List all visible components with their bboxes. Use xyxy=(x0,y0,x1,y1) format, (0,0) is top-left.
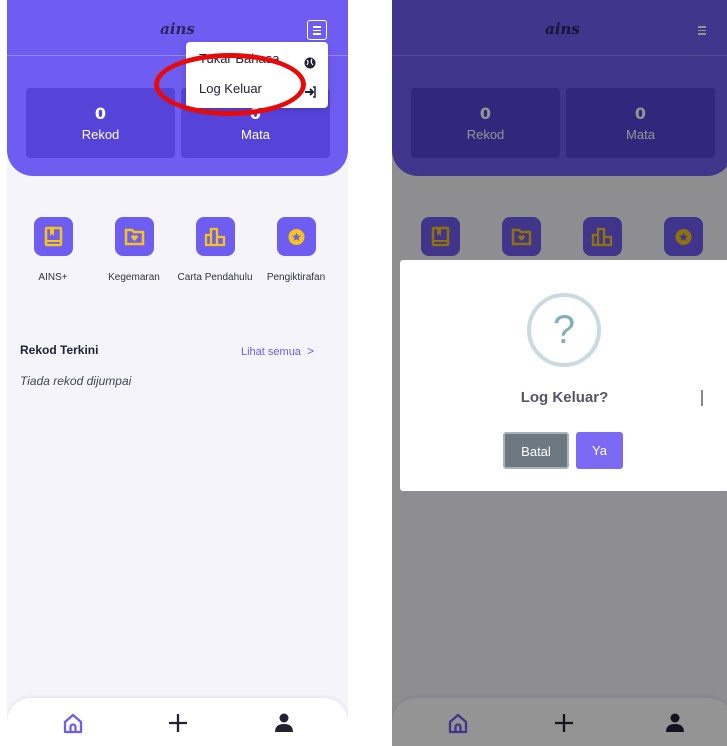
stat-label: Rekod xyxy=(81,127,120,142)
screen-menu-open: ains 0 Rekod 0 Mata AINS+ Kegemaran Cart… xyxy=(7,0,348,746)
quick-action-label: AINS+ xyxy=(38,272,68,283)
screen-logout-dialog: ains 0 Rekod 0 Mata ? Log Keluar? Batal … xyxy=(392,0,727,746)
logout-confirm-dialog: ? Log Keluar? Batal Ya xyxy=(400,260,727,491)
quick-action-recognition[interactable]: Pengiktirafan xyxy=(258,217,334,284)
leaderboard-icon xyxy=(195,217,235,256)
menu-button[interactable] xyxy=(307,20,327,40)
quick-action-label: Pengiktirafan xyxy=(266,272,326,283)
globe-icon xyxy=(304,54,316,69)
bottom-nav xyxy=(7,698,348,746)
home-icon[interactable] xyxy=(58,708,88,738)
app-logo: ains xyxy=(160,20,195,38)
plus-icon[interactable] xyxy=(163,708,193,738)
quick-action-leaderboard[interactable]: Carta Pendahulu xyxy=(177,217,253,284)
recent-records-title: Rekod Terkini xyxy=(20,343,99,357)
chevron-right-icon: > xyxy=(306,344,314,358)
question-icon: ? xyxy=(527,293,601,367)
empty-state-text: Tiada rekod dijumpai xyxy=(20,374,132,388)
dialog-title: Log Keluar? xyxy=(520,389,609,406)
book-icon xyxy=(33,217,73,256)
scroll-indicator xyxy=(701,390,703,406)
quick-action-favourites[interactable]: Kegemaran xyxy=(96,217,172,284)
folder-heart-icon xyxy=(114,217,154,256)
cancel-button[interactable]: Batal xyxy=(503,432,569,469)
quick-action-label: Kegemaran xyxy=(108,272,160,283)
stat-card-records: 0 Rekod xyxy=(26,88,175,158)
confirm-button[interactable]: Ya xyxy=(576,432,623,469)
stat-label: Mata xyxy=(241,127,270,142)
highlight-ring xyxy=(154,53,306,116)
stat-value: 0 xyxy=(94,104,107,123)
quick-action-label: Carta Pendahulu xyxy=(177,272,253,283)
see-all-label: Lihat semua xyxy=(241,346,301,358)
see-all-link[interactable]: Lihat semua > xyxy=(241,344,314,358)
quick-action-ains-plus[interactable]: AINS+ xyxy=(15,217,91,284)
user-icon[interactable] xyxy=(269,708,299,738)
star-badge-icon xyxy=(276,217,316,256)
